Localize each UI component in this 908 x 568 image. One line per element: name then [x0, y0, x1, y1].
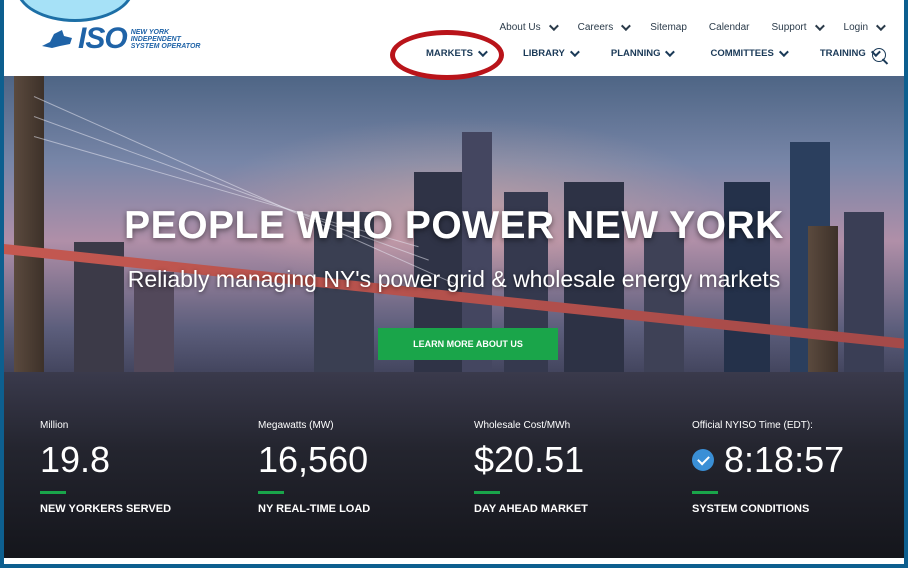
stat-name: NY REAL-TIME LOAD [258, 503, 371, 515]
utility-nav: About Us Careers Sitemap Calendar Suppor… [489, 21, 895, 33]
nav-training[interactable]: TRAINING [820, 47, 881, 59]
stat-accent-bar [258, 491, 284, 494]
stat-label: Official NYISO Time (EDT): [692, 420, 813, 431]
nav-planning[interactable]: PLANNING [611, 47, 676, 59]
building [644, 232, 684, 382]
logo-text: ISO [78, 22, 128, 55]
nav-committees[interactable]: COMMITTEES [710, 47, 789, 59]
chevron-down-icon [665, 47, 676, 58]
logo-subtitle: NEW YORK INDEPENDENT SYSTEM OPERATOR [130, 28, 201, 50]
stat-value: 19.8 [40, 439, 111, 480]
stat-accent-bar [474, 491, 500, 494]
markets-highlight-annotation [390, 30, 504, 80]
chevron-down-icon [814, 21, 825, 32]
util-sitemap[interactable]: Sitemap [639, 22, 698, 33]
state-map-logo-icon [42, 30, 72, 48]
util-calendar[interactable]: Calendar [698, 22, 761, 33]
stat-ny-real-time-load[interactable]: Megawatts (MW) 16,560 NY REAL-TIME LOAD [258, 420, 458, 515]
stat-label: Million [40, 420, 69, 431]
learn-more-button[interactable]: LEARN MORE ABOUT US [378, 328, 558, 360]
stat-new-yorkers-served[interactable]: Million 19.8 NEW YORKERS SERVED [40, 420, 240, 515]
bottom-strip [4, 558, 904, 564]
stats-row: Million 19.8 NEW YORKERS SERVED Megawatt… [40, 420, 904, 530]
stat-day-ahead-market[interactable]: Wholesale Cost/MWh $20.51 DAY AHEAD MARK… [474, 420, 674, 515]
stat-value: 8:18:57 [692, 439, 892, 481]
stat-label: Wholesale Cost/MWh [474, 420, 571, 431]
stat-accent-bar [40, 491, 66, 494]
util-support[interactable]: Support [761, 21, 833, 33]
chevron-down-icon [569, 47, 580, 58]
check-circle-icon [692, 449, 714, 471]
stat-name: NEW YORKERS SERVED [40, 503, 172, 515]
stat-value: 16,560 [258, 439, 369, 480]
stat-value: $20.51 [474, 439, 585, 480]
page-frame: ISO NEW YORK INDEPENDENT SYSTEM OPERATOR… [0, 0, 908, 568]
chevron-down-icon [778, 47, 789, 58]
stat-name: DAY AHEAD MARKET [474, 503, 588, 515]
util-careers[interactable]: Careers [567, 21, 640, 33]
chevron-down-icon [548, 21, 559, 32]
hero-subline: Reliably managing NY's power grid & whol… [127, 266, 781, 292]
stat-system-conditions[interactable]: Official NYISO Time (EDT): 8:18:57 SYSTE… [692, 420, 892, 515]
stat-name: SYSTEM CONDITIONS [692, 503, 810, 515]
nyiso-logo[interactable]: ISO NEW YORK INDEPENDENT SYSTEM OPERATOR [40, 22, 201, 55]
util-login[interactable]: Login [833, 21, 894, 33]
hero-headline: PEOPLE WHO POWER NEW YORK [124, 204, 784, 247]
bridge-tower [808, 226, 838, 386]
hero-banner: PEOPLE WHO POWER NEW YORK Reliably manag… [4, 76, 904, 562]
nav-library[interactable]: LIBRARY [523, 47, 580, 59]
util-about-us[interactable]: About Us [489, 21, 567, 33]
chevron-down-icon [875, 21, 886, 32]
chevron-down-icon [621, 21, 632, 32]
stat-accent-bar [692, 491, 718, 494]
search-icon[interactable] [872, 48, 886, 62]
stat-label: Megawatts (MW) [258, 420, 334, 431]
